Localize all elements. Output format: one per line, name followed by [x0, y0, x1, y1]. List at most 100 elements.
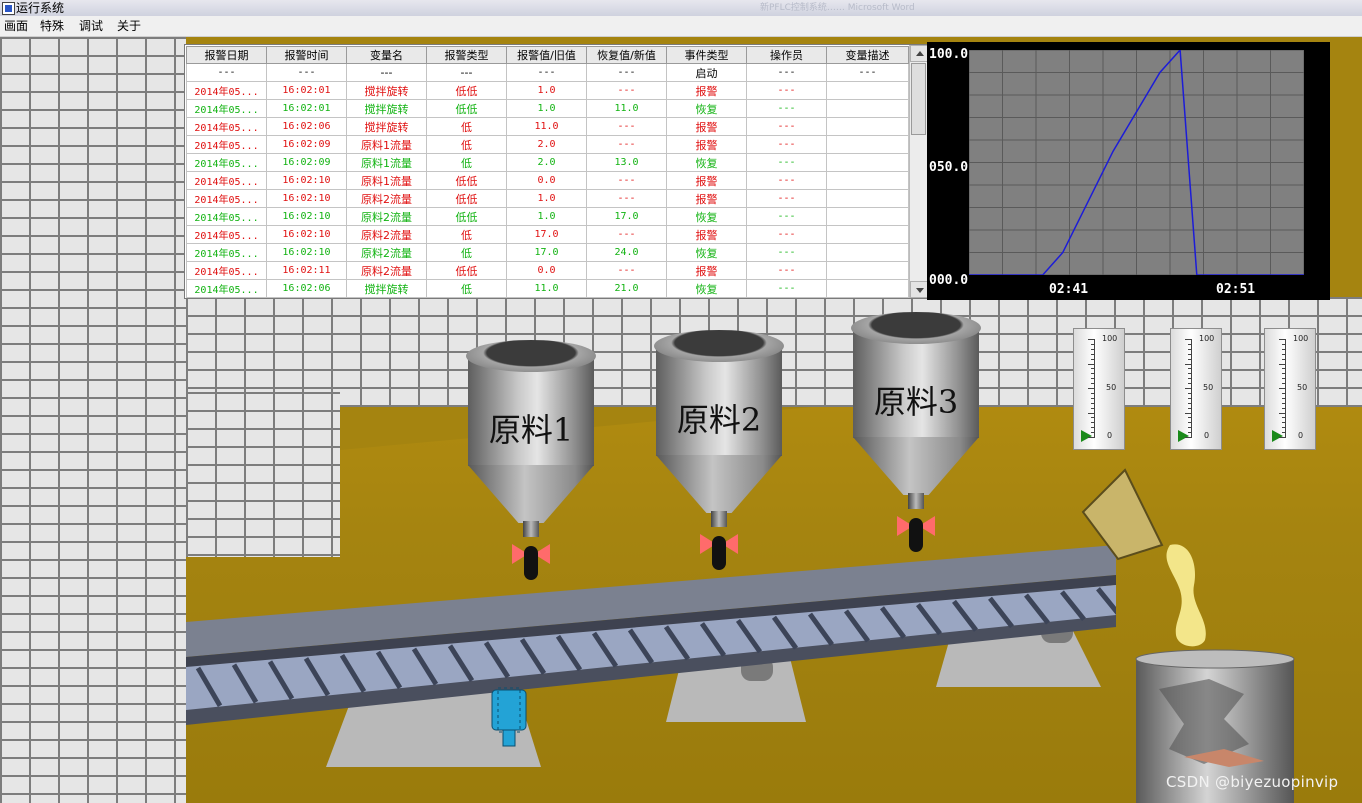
alarm-row[interactable]: 2014年05... 16:02:06 搅拌旋转低 11.0 --- 报警 ---: [186, 117, 909, 136]
gauge-tick: [1185, 437, 1192, 438]
hopper-material-1[interactable]: 原料1: [466, 340, 596, 580]
gauge-min-label: 0: [1107, 431, 1113, 440]
valve-icon[interactable]: [700, 526, 738, 570]
alarm-cell: 报警: [666, 171, 747, 190]
gauge-tick: [1188, 427, 1192, 429]
alarm-cell: 恢复: [666, 99, 747, 118]
gauge-tick: [1091, 422, 1095, 424]
col-header[interactable]: 报警日期: [186, 46, 267, 64]
alarm-row[interactable]: 2014年05... 16:02:10 原料1流量 低低 0.0 --- 报警 ---: [186, 171, 909, 190]
alarm-cell: [826, 117, 909, 136]
alarm-cell: ---: [186, 63, 267, 82]
gauge-tick: [1188, 407, 1192, 409]
col-header[interactable]: 恢复值/新值: [586, 46, 667, 64]
alarm-cell: 恢复: [666, 207, 747, 226]
alarm-row[interactable]: 2014年05... 16:02:10 原料2流量低 17.0 24.0 恢复 ---: [186, 243, 909, 262]
gauge-tick: [1091, 368, 1095, 370]
alarm-cell: ---: [746, 279, 827, 298]
gauge-tick: [1282, 348, 1286, 350]
alarm-cell: 16:02:01: [266, 81, 347, 100]
hopper-cone: [468, 465, 594, 523]
scroll-down-icon[interactable]: [910, 281, 928, 298]
menu-special[interactable]: 特殊: [40, 16, 64, 36]
alarm-scrollbar[interactable]: [909, 45, 928, 298]
hopper-material-3[interactable]: 原料3: [851, 312, 981, 552]
alarm-cell: 原料1流量: [346, 153, 427, 172]
alarm-cell: 低低: [426, 207, 507, 226]
alarm-row[interactable]: 2014年05... 16:02:09 原料1流量低 2.0 13.0 恢复 ---: [186, 153, 909, 172]
valve-icon[interactable]: [897, 508, 935, 552]
alarm-cell: [826, 99, 909, 118]
alarm-cell: 2014年05...: [186, 261, 267, 280]
alarm-row[interactable]: 2014年05... 16:02:01 搅拌旋转 低低 1.0 --- 报警 ---: [186, 81, 909, 100]
gauge-tick: [1282, 402, 1286, 404]
alarm-cell: ---: [266, 63, 347, 82]
alarm-row[interactable]: 2014年05... 16:02:10 原料2流量 低低 1.0 --- 报警 ---: [186, 189, 909, 208]
gauge-tick: [1091, 392, 1095, 394]
alarm-row[interactable]: 2014年05... 16:02:06 搅拌旋转低 11.0 21.0 恢复 ---: [186, 279, 909, 298]
alarm-cell: ---: [746, 99, 827, 118]
alarm-row[interactable]: 2014年05... 16:02:01 搅拌旋转 低低 1.0 11.0 恢复 ---: [186, 99, 909, 118]
alarm-cell: 24.0: [586, 243, 667, 262]
alarm-cell: ---: [746, 225, 827, 244]
col-header[interactable]: 变量名: [346, 46, 427, 64]
conveyor-belt: [186, 545, 1116, 767]
alarm-cell: 16:02:10: [266, 225, 347, 244]
col-header[interactable]: 报警类型: [426, 46, 507, 64]
col-header[interactable]: 变量描述: [826, 46, 909, 64]
alarm-row[interactable]: 2014年05... 16:02:09 原料1流量低 2.0 --- 报警 ---: [186, 135, 909, 154]
menu-screen[interactable]: 画面: [4, 16, 28, 36]
alarm-cell: ---: [586, 63, 667, 82]
gauge-tick: [1188, 422, 1192, 424]
alarm-cell: 16:02:01: [266, 99, 347, 118]
alarm-cell: 搅拌旋转: [346, 117, 427, 136]
menu-bar: 画面 特殊 调试 关于: [0, 16, 1362, 37]
hopper-label: 原料1: [488, 411, 574, 449]
gauge-tick: [1088, 339, 1095, 340]
alarm-row[interactable]: 2014年05... 16:02:10 原料2流量低 17.0 --- 报警 ---: [186, 225, 909, 244]
scroll-up-icon[interactable]: [910, 45, 928, 62]
alarm-cell: 16:02:11: [266, 261, 347, 280]
alarm-cell: ---: [746, 207, 827, 226]
alarm-row[interactable]: 2014年05... 16:02:10 原料2流量 低低 1.0 17.0 恢复 ---: [186, 207, 909, 226]
gauge-tick: [1091, 378, 1095, 380]
hopper-material-2[interactable]: 原料2: [654, 330, 784, 570]
alarm-cell: 低: [426, 153, 507, 172]
alarm-cell: ---: [746, 153, 827, 172]
alarm-cell: 低: [426, 279, 507, 298]
gauge-tick: [1091, 373, 1095, 375]
alarm-cell: 17.0: [586, 207, 667, 226]
alarm-cell: ---: [586, 225, 667, 244]
alarm-row[interactable]: 2014年05... 16:02:11 原料2流量 低低 0.0 --- 报警 ---: [186, 261, 909, 280]
gauge-tick: [1282, 407, 1286, 409]
alarm-cell: 13.0: [586, 153, 667, 172]
alarm-cell: 16:02:10: [266, 243, 347, 262]
alarm-cell: 17.0: [506, 225, 587, 244]
gauge-tick: [1282, 343, 1286, 345]
gauge-tick: [1091, 353, 1095, 355]
gauge-tick: [1091, 427, 1095, 429]
hopper-cone: [853, 437, 979, 495]
gauge-tick: [1188, 392, 1192, 394]
col-header[interactable]: 报警时间: [266, 46, 347, 64]
col-header[interactable]: 报警值/旧值: [506, 46, 587, 64]
alarm-cell: ---: [586, 81, 667, 100]
alarm-cell: 低低: [426, 261, 507, 280]
valve-icon[interactable]: [512, 536, 550, 580]
gauge-tick: [1282, 378, 1286, 380]
alarm-cell: ---: [746, 63, 827, 82]
hopper-label: 原料3: [873, 383, 959, 421]
gauge-tick: [1282, 427, 1286, 429]
alarm-cell: 2014年05...: [186, 225, 267, 244]
gauge-tick: [1188, 343, 1192, 345]
scroll-thumb[interactable]: [911, 63, 926, 135]
alarm-cell: 2014年05...: [186, 207, 267, 226]
col-header[interactable]: 操作员: [746, 46, 827, 64]
menu-about[interactable]: 关于: [117, 16, 141, 36]
alarm-cell: [826, 261, 909, 280]
alarm-cell: [826, 81, 909, 100]
gauge-tick: [1091, 432, 1095, 434]
alarm-row[interactable]: --- --- --- --- --- --- 启动 --- ---: [186, 63, 909, 82]
col-header[interactable]: 事件类型: [666, 46, 747, 64]
menu-debug[interactable]: 调试: [79, 16, 103, 36]
